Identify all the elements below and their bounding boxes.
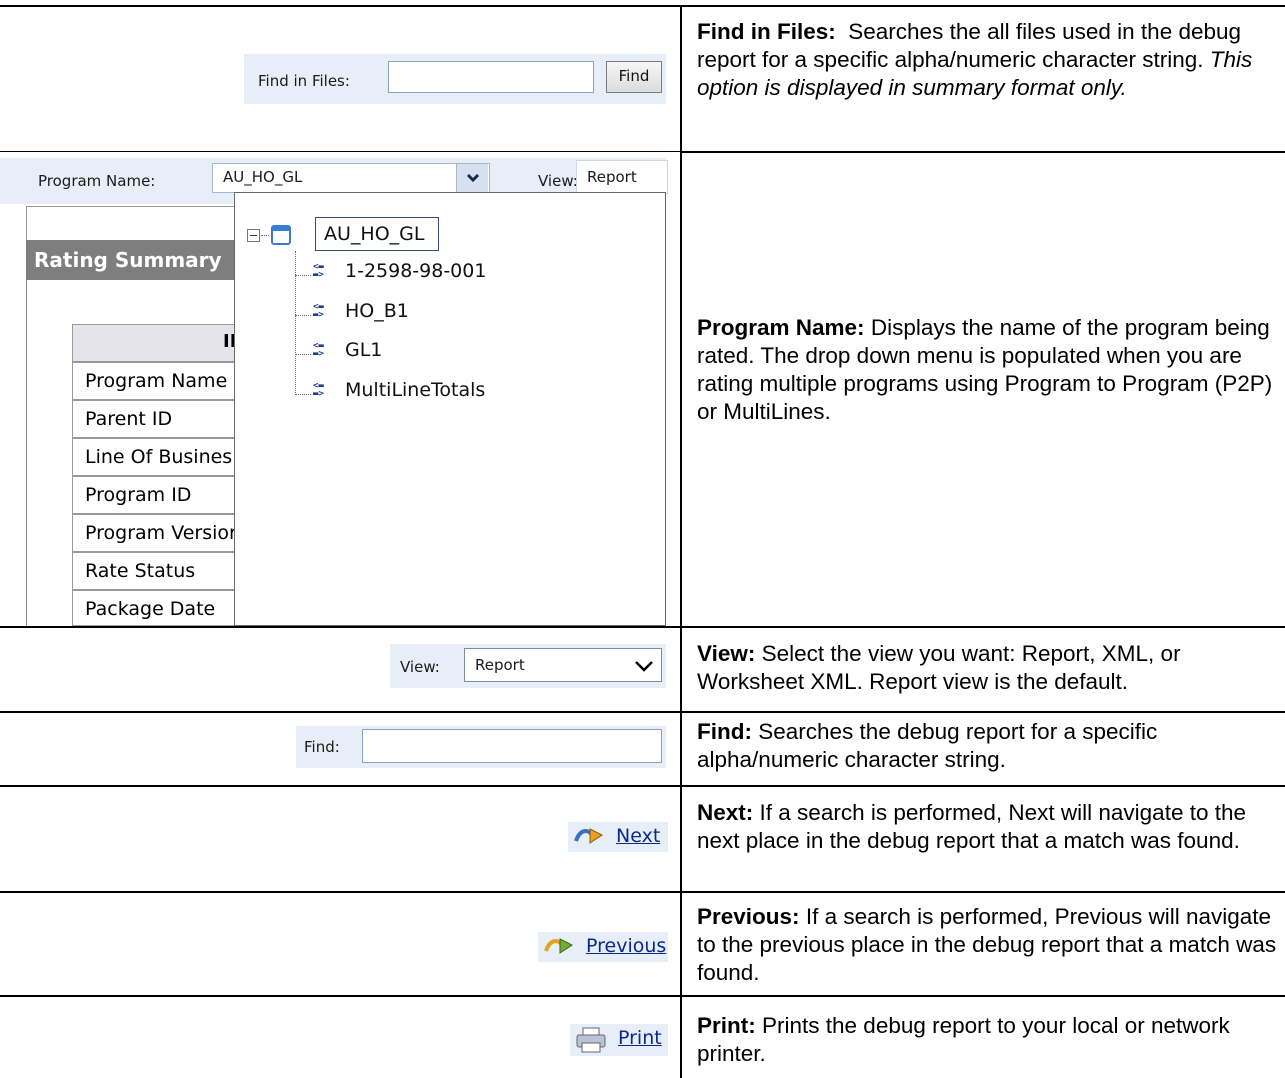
print-link[interactable]: Print [570,1024,668,1056]
table-rule [0,891,1285,893]
desc-body: Prints the debug report to your local or… [697,1013,1230,1066]
grid-row: Rate Status [72,552,236,590]
page-area [26,206,236,240]
desc-body: Searches the debug report for a specific… [697,719,1158,772]
grid-row: Package Date [72,590,236,626]
collapse-minus-icon[interactable] [247,229,260,242]
desc-body: Select the view you want: Report, XML, o… [697,641,1181,694]
view-select-partial[interactable]: Report [576,160,668,194]
chevron-down-icon [466,173,480,183]
find-in-files-label: Find in Files: [258,72,350,90]
chevron-down-icon [635,661,653,672]
column-divider [680,6,682,1078]
program-name-description: Program Name: Displays the name of the p… [697,314,1277,426]
grid-row: Program Name [72,362,236,400]
table-rule [0,711,1285,713]
rating-summary-header: Rating Summary [26,240,236,280]
node-icon: <▬ ▬> [313,262,324,280]
previous-arrow-icon [544,938,573,954]
desc-title: Find: [697,719,752,744]
previous-description: Previous: If a search is performed, Prev… [697,903,1277,987]
view-value: Report [587,168,637,186]
desc-title: Previous: [697,904,800,929]
view-select-value: Report [475,656,525,674]
grid-row: Program Versior [72,514,236,552]
tree-connector [295,354,311,355]
desc-title: Print: [697,1013,756,1038]
view-description: View: Select the view you want: Report, … [697,640,1277,696]
find-in-files-button[interactable]: Find [606,61,662,93]
find-description: Find: Searches the debug report for a sp… [697,718,1277,774]
program-name-select[interactable]: AU_HO_GL [212,163,490,193]
tree-child-label[interactable]: GL1 [345,339,382,361]
table-rule [0,626,1285,628]
node-icon: <▬ ▬> [313,341,324,359]
node-icon: <▬ ▬> [313,381,324,399]
table-rule [0,785,1285,787]
printer-icon [576,1027,606,1053]
table-rule [0,5,1285,7]
find-in-files-input[interactable] [388,61,594,93]
tree-root-node[interactable]: AU_HO_GL [315,217,439,251]
grid-row: Line Of Busines [72,438,236,476]
tree-connector [261,235,269,236]
view-select[interactable]: Report [464,648,662,682]
next-arrow-icon [574,828,603,844]
print-label[interactable]: Print [618,1027,662,1049]
grid-header: II [72,324,236,362]
desc-title: View: [697,641,756,666]
next-description: Next: If a search is performed, Next wil… [697,799,1277,855]
tree-child-label[interactable]: HO_B1 [345,300,409,322]
desc-title: Find in Files: [697,19,836,44]
find-label: Find: [304,738,340,756]
view-label: View: [538,172,578,190]
tree-root-label: AU_HO_GL [324,223,425,245]
tree-connector [295,275,311,276]
node-icon: <▬ ▬> [313,302,324,320]
grid-row: Parent ID [72,400,236,438]
program-name-dropdown-button[interactable] [456,164,488,192]
window-icon [271,225,291,245]
find-input[interactable] [362,729,662,763]
desc-body: If a search is performed, Next will navi… [697,800,1247,853]
next-link[interactable]: Next [568,822,668,852]
program-name-label: Program Name: [38,172,156,190]
view-row-label: View: [400,658,440,676]
tree-connector [295,394,311,395]
previous-label[interactable]: Previous [586,935,666,957]
desc-title: Next: [697,800,754,825]
next-label[interactable]: Next [616,825,660,847]
tree-connector [295,251,296,395]
tree-child-label[interactable]: MultiLineTotals [345,379,485,401]
previous-link[interactable]: Previous [538,932,668,962]
table-rule [0,995,1285,997]
program-name-value: AU_HO_GL [223,168,303,186]
program-tree-dropdown: AU_HO_GL <▬ ▬> 1-2598-98-001 <▬ ▬> HO_B1 <… [234,192,666,626]
tree-child-label[interactable]: 1-2598-98-001 [345,260,486,282]
desc-title: Program Name: [697,315,865,340]
print-description: Print: Prints the debug report to your l… [697,1012,1277,1068]
grid-row: Program ID [72,476,236,514]
find-in-files-description: Find in Files: Searches the all files us… [697,18,1277,102]
tree-connector [295,315,311,316]
